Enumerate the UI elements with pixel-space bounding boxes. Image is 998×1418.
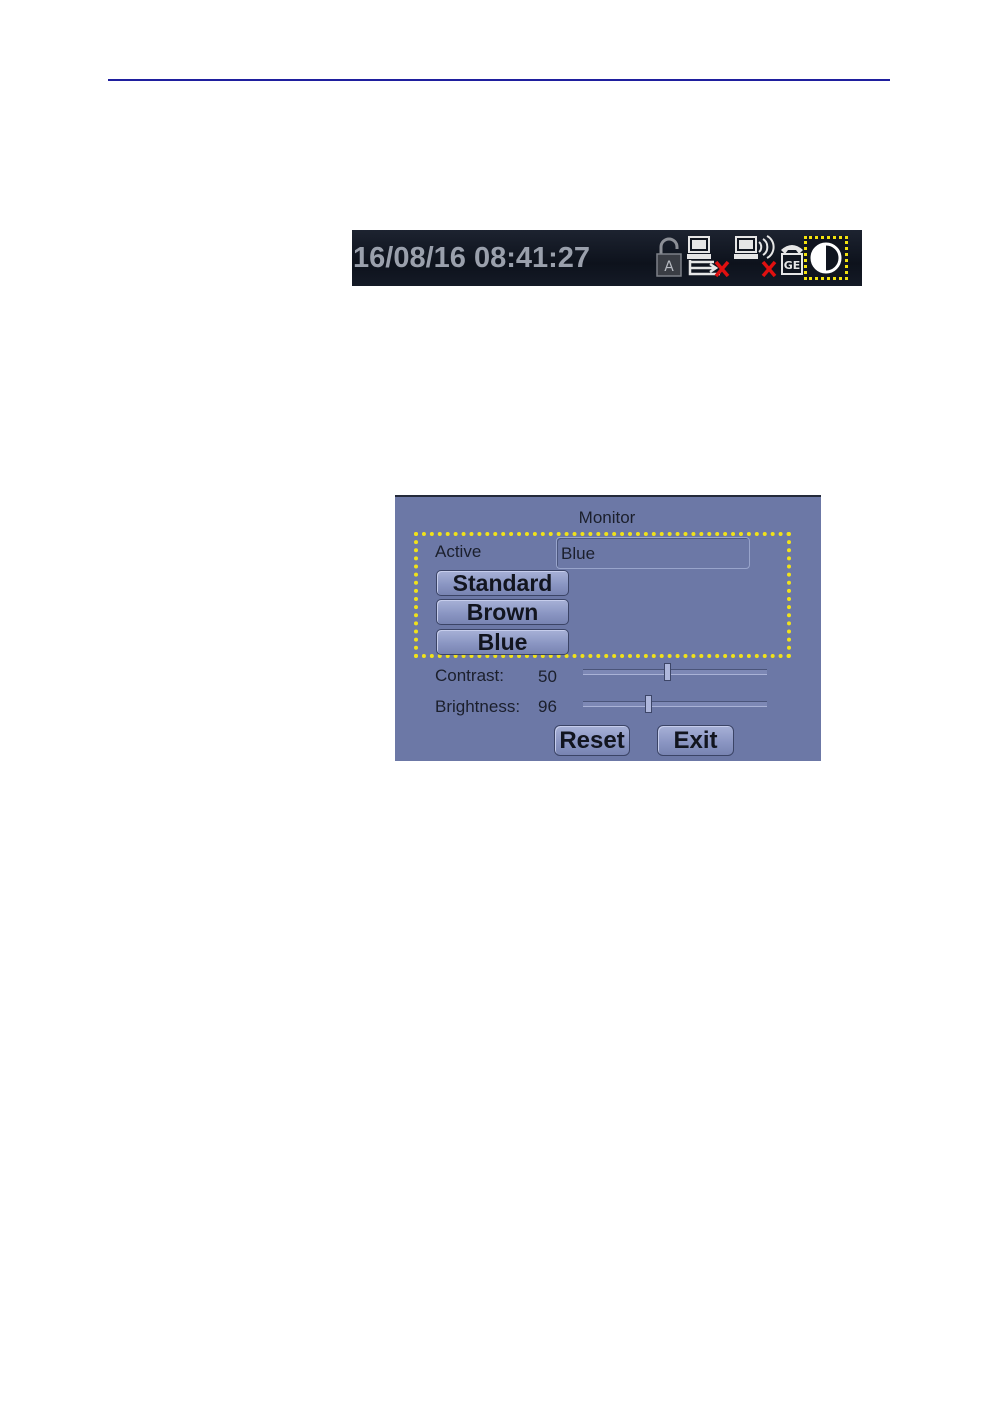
contrast-icon[interactable] — [804, 236, 848, 280]
network-disconnected-icon[interactable] — [686, 234, 734, 280]
brown-button[interactable]: Brown — [436, 599, 569, 625]
contrast-slider-thumb[interactable] — [663, 663, 671, 681]
status-bar: 16/08/16 08:41:27 A GE — [352, 230, 862, 286]
active-label: Active — [435, 542, 482, 561]
datetime-display: 16/08/16 08:41:27 — [353, 242, 591, 274]
contrast-slider[interactable] — [583, 663, 767, 681]
exit-button[interactable]: Exit — [657, 725, 734, 756]
blue-button[interactable]: Blue — [436, 629, 569, 655]
brightness-slider-thumb[interactable] — [645, 695, 653, 713]
reset-button[interactable]: Reset — [554, 725, 630, 756]
contrast-value: 50 — [538, 667, 557, 686]
brightness-value: 96 — [538, 697, 557, 716]
lock-icon[interactable]: A — [654, 236, 684, 278]
svg-text:A: A — [664, 259, 674, 275]
brightness-slider[interactable] — [583, 695, 767, 713]
ge-phone-icon[interactable]: GE — [778, 240, 806, 278]
contrast-glyph-icon — [810, 242, 842, 274]
contrast-label: Contrast: — [435, 666, 504, 685]
wireless-disconnected-icon[interactable] — [733, 234, 781, 280]
monitor-dialog: Monitor Active Blue Standard Brown Blue … — [395, 495, 821, 761]
brightness-label: Brightness: — [435, 697, 521, 716]
svg-text:GE: GE — [784, 259, 801, 272]
standard-button[interactable]: Standard — [436, 570, 569, 596]
active-preset-field: Blue — [556, 537, 750, 569]
header-rule — [108, 79, 890, 81]
dialog-title: Monitor — [578, 508, 636, 527]
